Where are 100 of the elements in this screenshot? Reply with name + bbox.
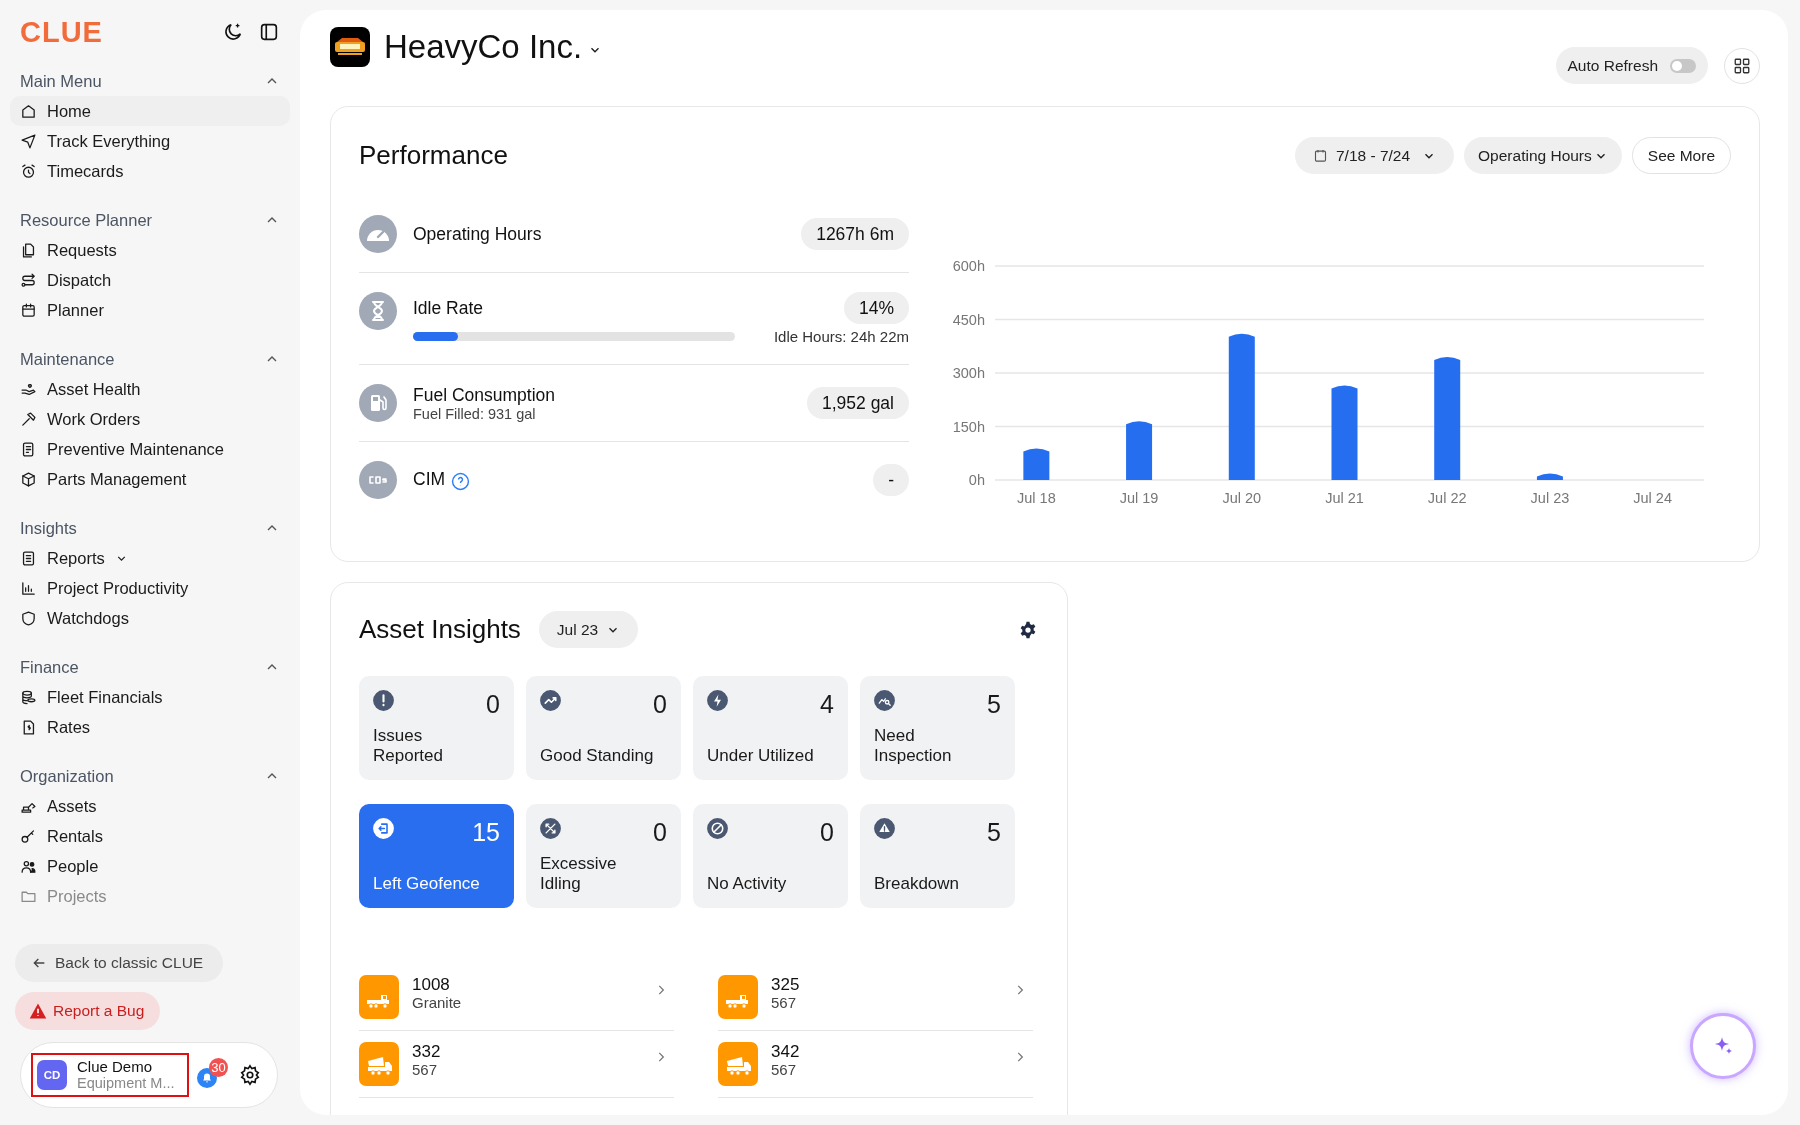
- metric-value: 1,952 gal: [807, 387, 909, 419]
- asset-name: 325: [771, 974, 801, 994]
- bar-chart-icon: [20, 579, 37, 597]
- status-tile[interactable]: 5 Breakdown: [860, 804, 1015, 908]
- asset-row[interactable]: 1008 Granite: [359, 964, 674, 1031]
- asset-row[interactable]: 332 567: [359, 1031, 674, 1098]
- asset-subtitle: 567: [771, 1060, 798, 1079]
- tile-label: Under Utilized: [707, 746, 815, 766]
- y-axis-label: 300h: [952, 365, 985, 381]
- sidebar-toggle-icon[interactable]: [258, 21, 280, 43]
- sidebar-item[interactable]: Parts Management: [10, 464, 290, 494]
- metric-dropdown[interactable]: Operating Hours: [1464, 137, 1622, 174]
- tile-count: 0: [653, 690, 667, 719]
- see-more-button[interactable]: See More: [1631, 137, 1731, 174]
- company-name: HeavyCo Inc.: [384, 28, 583, 66]
- back-button[interactable]: Back to classic CLUE: [15, 944, 224, 982]
- tile-count: 15: [472, 818, 500, 847]
- status-tile[interactable]: 0 Good Standing: [526, 676, 681, 780]
- brand-logo: CLUE: [20, 15, 104, 49]
- sidebar-item[interactable]: Project Productivity: [10, 573, 290, 603]
- sidebar-item[interactable]: Assets: [10, 791, 290, 821]
- card-title: Performance: [359, 140, 509, 171]
- flatbed-truck-icon: [718, 975, 758, 1019]
- tile-label: Left Geofence: [373, 874, 481, 894]
- asset-subtitle: Granite: [412, 993, 463, 1012]
- asset-name: 1008: [412, 974, 451, 994]
- asset-name: 342: [771, 1041, 801, 1061]
- y-axis-label: 600h: [952, 258, 985, 274]
- x-axis-label: Jul 18: [1017, 490, 1056, 506]
- asset-row[interactable]: 325 567: [718, 964, 1033, 1031]
- tile-label: Excessive Idling: [540, 854, 618, 894]
- metric-note: Idle Hours: 24h 22m: [773, 328, 909, 345]
- company-logo: [330, 27, 370, 67]
- section-title: Maintenance: [20, 349, 115, 369]
- metric-label: Fuel Consumption: [413, 384, 556, 406]
- status-tile[interactable]: 0 Excessive Idling: [526, 804, 681, 908]
- settings-icon[interactable]: [1019, 620, 1037, 639]
- section-title: Finance: [20, 657, 79, 677]
- asset-subtitle: 567: [412, 1060, 439, 1079]
- grid-view-button[interactable]: [1724, 47, 1760, 84]
- asset-subtitle: 567: [771, 993, 798, 1012]
- y-axis-label: 150h: [952, 418, 985, 435]
- y-axis-label: 0h: [968, 472, 985, 488]
- x-axis-label: Jul 24: [1633, 490, 1672, 506]
- status-tile[interactable]: 5 Need Inspection: [860, 676, 1015, 780]
- coins-icon: [20, 688, 37, 706]
- sidebar-item[interactable]: Watchdogs: [10, 603, 290, 633]
- sidebar-item[interactable]: Requests: [10, 235, 290, 265]
- calendar-icon: [20, 301, 37, 319]
- asset-row[interactable]: 342 567: [718, 1031, 1033, 1098]
- sidebar-item[interactable]: Asset Health: [10, 374, 290, 404]
- sidebar-item[interactable]: Reports: [10, 543, 290, 573]
- user-role: Equipment M...: [77, 1075, 175, 1092]
- tile-count: 0: [653, 818, 667, 847]
- date-range-dropdown[interactable]: 7/18 - 7/24: [1294, 137, 1455, 174]
- sidebar-item[interactable]: Rates: [10, 712, 290, 742]
- status-tile[interactable]: 15 Left Geofence: [359, 804, 514, 908]
- tile-label: Breakdown: [874, 874, 961, 894]
- lightning-icon: [707, 690, 728, 711]
- chart-bar: [1126, 421, 1153, 480]
- card-title: Asset Insights: [359, 614, 521, 645]
- dark-mode-icon[interactable]: [222, 21, 244, 43]
- dump-truck-icon: [359, 1042, 399, 1086]
- sidebar-item[interactable]: Home: [10, 96, 290, 126]
- sidebar-item[interactable]: Work Orders: [10, 404, 290, 434]
- prohibited-icon: [707, 818, 728, 839]
- metric-value: -: [873, 464, 909, 496]
- sidebar-item[interactable]: Fleet Financials: [10, 682, 290, 712]
- settings-icon[interactable]: [239, 1064, 261, 1086]
- sidebar-item[interactable]: Planner: [10, 295, 290, 325]
- status-tile[interactable]: 0 Issues Reported: [359, 676, 514, 780]
- inspection-icon: [874, 690, 895, 711]
- sidebar-item[interactable]: People: [10, 851, 290, 881]
- flatbed-truck-icon: [359, 975, 399, 1019]
- sidebar-item[interactable]: Track Everything: [10, 126, 290, 156]
- arrows-crossed-icon: [540, 818, 561, 839]
- tile-label: No Activity: [707, 874, 788, 894]
- navigation-icon: [20, 132, 37, 150]
- auto-refresh-toggle[interactable]: Auto Refresh: [1555, 47, 1708, 84]
- status-tile[interactable]: 0 No Activity: [693, 804, 848, 908]
- y-axis-label: 450h: [952, 311, 985, 328]
- tile-count: 5: [987, 818, 1001, 847]
- user-profile[interactable]: CD Clue Demo Equipment M...: [31, 1053, 189, 1097]
- status-tile[interactable]: 4 Under Utilized: [693, 676, 848, 780]
- box-icon: [20, 470, 37, 488]
- trend-up-icon: [540, 690, 561, 711]
- calendar-icon: [1312, 148, 1328, 163]
- metric-value: 14%: [843, 292, 909, 324]
- dump-truck-icon: [718, 1042, 758, 1086]
- sidebar-item[interactable]: Timecards: [10, 156, 290, 186]
- toggle-switch[interactable]: [1670, 58, 1696, 73]
- help-icon[interactable]: [451, 471, 471, 491]
- x-axis-label: Jul 19: [1119, 490, 1159, 506]
- metric-label: CIM: [413, 469, 446, 490]
- sidebar-item[interactable]: Preventive Maintenance: [10, 434, 290, 464]
- date-dropdown[interactable]: Jul 23: [538, 611, 639, 648]
- report-bug-button[interactable]: Report a Bug: [15, 992, 161, 1030]
- sidebar-item[interactable]: Dispatch: [10, 265, 290, 295]
- sidebar-item[interactable]: Rentals: [10, 821, 290, 851]
- shield-icon: [20, 609, 37, 627]
